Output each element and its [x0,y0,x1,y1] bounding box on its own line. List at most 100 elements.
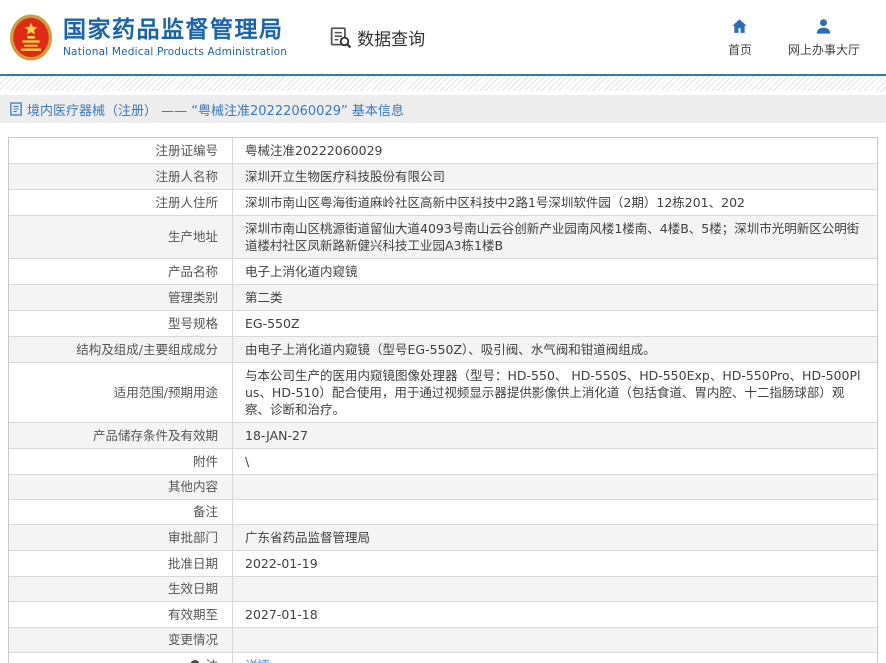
row-label: 型号规格 [9,311,233,336]
row-label-text: 注册人名称 [155,169,218,185]
row-value [233,500,877,524]
agency-name-zh: 国家药品监督管理局 [63,17,287,43]
table-row: 变更情况 [9,628,877,653]
table-row: 注册人住所 深圳市南山区粤海街道麻岭社区高新中区科技中2路1号深圳软件园（2期）1… [9,190,877,216]
national-emblem-icon [8,11,54,64]
agency-logo-block: 国家药品监督管理局 National Medical Products Admi… [8,11,287,64]
document-icon [10,102,22,116]
row-value-text: 18-JAN-27 [245,427,308,444]
nav-item-home[interactable]: 首页 [728,17,752,58]
row-label: 产品名称 [9,259,233,284]
row-value: 18-JAN-27 [233,423,877,448]
table-row: 批准日期 2022-01-19 [9,551,877,577]
row-label: 生效日期 [9,577,233,601]
table-row: 产品储存条件及有效期 18-JAN-27 [9,423,877,449]
row-label-text: 注册人住所 [155,195,218,211]
row-value [233,475,877,499]
row-value: 2027-01-18 [233,602,877,627]
note-icon [189,659,201,663]
row-value: 详情 [233,653,877,663]
row-value: 2022-01-19 [233,551,877,576]
row-value: 与本公司生产的医用内窥镜图像处理器（型号：HD-550、 HD-550S、HD-… [233,363,877,422]
hatch-band [0,76,886,91]
home-icon [730,17,749,36]
row-label-text: 生产地址 [168,229,218,245]
row-label: 适用范围/预期用途 [9,363,233,422]
row-value: 电子上消化道内窥镜 [233,259,877,284]
row-value: 广东省药品监督管理局 [233,525,877,550]
row-label-text: 注 [205,658,218,663]
row-label-text: 适用范围/预期用途 [114,385,218,401]
agency-titles: 国家药品监督管理局 National Medical Products Admi… [63,17,287,58]
row-label: 产品储存条件及有效期 [9,423,233,448]
info-table: 注册证编号粤械注准20222060029注册人名称深圳开立生物医疗科技股份有限公… [8,137,878,663]
row-value: 深圳市南山区粤海街道麻岭社区高新中区科技中2路1号深圳软件园（2期）12栋201… [233,190,877,215]
data-query-icon [329,26,352,49]
row-value-text: 电子上消化道内窥镜 [245,263,358,280]
row-value: 由电子上消化道内窥镜（型号EG-550Z）、吸引阀、水气阀和钳道阀组成。 [233,337,877,362]
row-label-text: 变更情况 [168,632,218,648]
row-label-text: 备注 [193,504,218,520]
header: 国家药品监督管理局 National Medical Products Admi… [0,0,886,74]
row-label: 结构及组成/主要组成成分 [9,337,233,362]
table-row: 注 详情 [9,653,877,663]
row-value: 深圳开立生物医疗科技股份有限公司 [233,164,877,189]
data-query-section[interactable]: 数据查询 [329,25,425,50]
row-value: \ [233,449,877,474]
table-row: 管理类别 第二类 [9,285,877,311]
table-row: 注册证编号粤械注准20222060029 [9,138,877,164]
page: 国家药品监督管理局 National Medical Products Admi… [0,0,886,663]
table-row: 注册人名称深圳开立生物医疗科技股份有限公司 [9,164,877,190]
row-label: 注册人名称 [9,164,233,189]
row-value: 粤械注准20222060029 [233,138,877,163]
row-label-text: 产品储存条件及有效期 [93,428,218,444]
breadcrumb: 境内医疗器械（注册） —— “粤械注准20222060029” 基本信息 [0,95,886,123]
row-label: 有效期至 [9,602,233,627]
row-label-text: 型号规格 [168,316,218,332]
table-row: 附件\ [9,449,877,475]
data-query-label: 数据查询 [357,25,425,50]
row-label: 注册人住所 [9,190,233,215]
row-label: 生产地址 [9,216,233,258]
nav-item-service-hall[interactable]: 网上办事大厅 [788,17,860,58]
row-value-text: EG-550Z [245,315,300,332]
row-value [233,628,877,652]
table-row: 生产地址深圳市南山区桃源街道留仙大道4093号南山云谷创新产业园南风楼1楼南、4… [9,216,877,259]
nav-item-label: 首页 [728,41,752,58]
row-label-text: 有效期至 [168,607,218,623]
row-value-text: 粤械注准20222060029 [245,142,382,159]
row-label: 管理类别 [9,285,233,310]
row-label-text: 结构及组成/主要组成成分 [76,342,218,358]
details-link[interactable]: 详情 [245,657,270,663]
row-label: 备注 [9,500,233,524]
nav-item-label: 网上办事大厅 [788,41,860,58]
row-label-text: 批准日期 [168,556,218,572]
table-row: 结构及组成/主要组成成分 由电子上消化道内窥镜（型号EG-550Z）、吸引阀、水气… [9,337,877,363]
table-row: 适用范围/预期用途与本公司生产的医用内窥镜图像处理器（型号：HD-550、 HD… [9,363,877,423]
row-label: 批准日期 [9,551,233,576]
row-value-text: 由电子上消化道内窥镜（型号EG-550Z）、吸引阀、水气阀和钳道阀组成。 [245,341,656,358]
row-label: 注册证编号 [9,138,233,163]
row-value-text: 2022-01-19 [245,555,318,572]
table-row: 型号规格 EG-550Z [9,311,877,337]
row-label-text: 生效日期 [168,581,218,597]
table-row: 备注 [9,500,877,525]
row-label: 变更情况 [9,628,233,652]
table-row: 有效期至 2027-01-18 [9,602,877,628]
table-row: 产品名称电子上消化道内窥镜 [9,259,877,285]
row-value-text: 深圳市南山区粤海街道麻岭社区高新中区科技中2路1号深圳软件园（2期）12栋201… [245,194,745,211]
row-label-text: 审批部门 [168,530,218,546]
row-value: 深圳市南山区桃源街道留仙大道4093号南山云谷创新产业园南风楼1楼南、4楼B、5… [233,216,877,258]
row-value: 第二类 [233,285,877,310]
row-label: 附件 [9,449,233,474]
table-row: 审批部门广东省药品监督管理局 [9,525,877,551]
row-value: EG-550Z [233,311,877,336]
row-value-text: 2027-01-18 [245,606,318,623]
breadcrumb-text: 境内医疗器械（注册） —— “粤械注准20222060029” 基本信息 [27,100,404,119]
row-label-text: 管理类别 [168,290,218,306]
row-value-text: 第二类 [245,289,283,306]
row-label: 审批部门 [9,525,233,550]
row-value [233,577,877,601]
user-icon [814,17,833,36]
agency-name-en: National Medical Products Administration [63,46,287,58]
